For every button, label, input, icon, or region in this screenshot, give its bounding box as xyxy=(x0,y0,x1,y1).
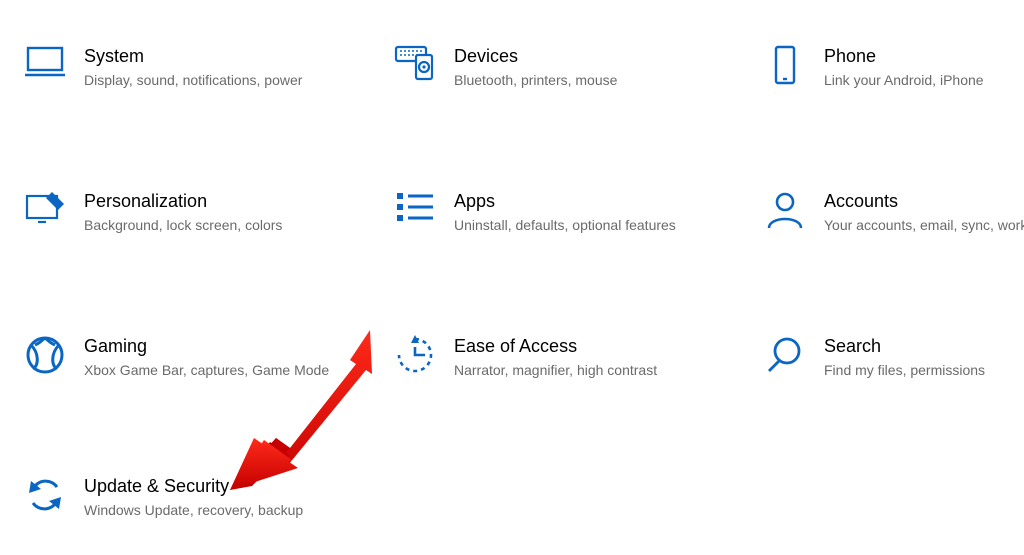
tile-title: Search xyxy=(824,335,985,357)
tile-desc: Xbox Game Bar, captures, Game Mode xyxy=(84,361,329,379)
devices-icon xyxy=(390,45,440,85)
tile-title: Devices xyxy=(454,45,617,67)
tile-title: Gaming xyxy=(84,335,329,357)
ease-of-access-icon xyxy=(390,335,440,375)
personalization-icon xyxy=(20,190,70,230)
tile-title: Phone xyxy=(824,45,984,67)
tile-title: Accounts xyxy=(824,190,1024,212)
tile-desc: Find my files, permissions xyxy=(824,361,985,379)
tile-title: Ease of Access xyxy=(454,335,657,357)
tile-system[interactable]: System Display, sound, notifications, po… xyxy=(20,45,360,89)
tile-title: Apps xyxy=(454,190,676,212)
tile-desc: Windows Update, recovery, backup xyxy=(84,501,303,519)
tile-accounts[interactable]: Accounts Your accounts, email, sync, wor… xyxy=(760,190,1024,234)
tile-desc: Narrator, magnifier, high contrast xyxy=(454,361,657,379)
tile-title: Personalization xyxy=(84,190,282,212)
tile-desc: Uninstall, defaults, optional features xyxy=(454,216,676,234)
tile-desc: Bluetooth, printers, mouse xyxy=(454,71,617,89)
gaming-icon xyxy=(20,335,70,375)
tile-search[interactable]: Search Find my files, permissions xyxy=(760,335,1024,379)
settings-categories-grid: System Display, sound, notifications, po… xyxy=(0,0,1024,555)
tile-apps[interactable]: Apps Uninstall, defaults, optional featu… xyxy=(390,190,730,234)
tile-personalization[interactable]: Personalization Background, lock screen,… xyxy=(20,190,360,234)
tile-desc: Your accounts, email, sync, work, family xyxy=(824,216,1024,234)
phone-icon xyxy=(760,45,810,85)
tile-update-security[interactable]: Update & Security Windows Update, recove… xyxy=(20,475,360,519)
tile-desc: Background, lock screen, colors xyxy=(84,216,282,234)
apps-icon xyxy=(390,190,440,230)
system-icon xyxy=(20,45,70,85)
tile-devices[interactable]: Devices Bluetooth, printers, mouse xyxy=(390,45,730,89)
tile-desc: Display, sound, notifications, power xyxy=(84,71,302,89)
tile-title: Update & Security xyxy=(84,475,303,497)
tile-title: System xyxy=(84,45,302,67)
tile-ease-of-access[interactable]: Ease of Access Narrator, magnifier, high… xyxy=(390,335,730,379)
tile-gaming[interactable]: Gaming Xbox Game Bar, captures, Game Mod… xyxy=(20,335,360,379)
tile-desc: Link your Android, iPhone xyxy=(824,71,984,89)
accounts-icon xyxy=(760,190,810,230)
search-icon xyxy=(760,335,810,375)
tile-phone[interactable]: Phone Link your Android, iPhone xyxy=(760,45,1024,89)
update-security-icon xyxy=(20,475,70,515)
